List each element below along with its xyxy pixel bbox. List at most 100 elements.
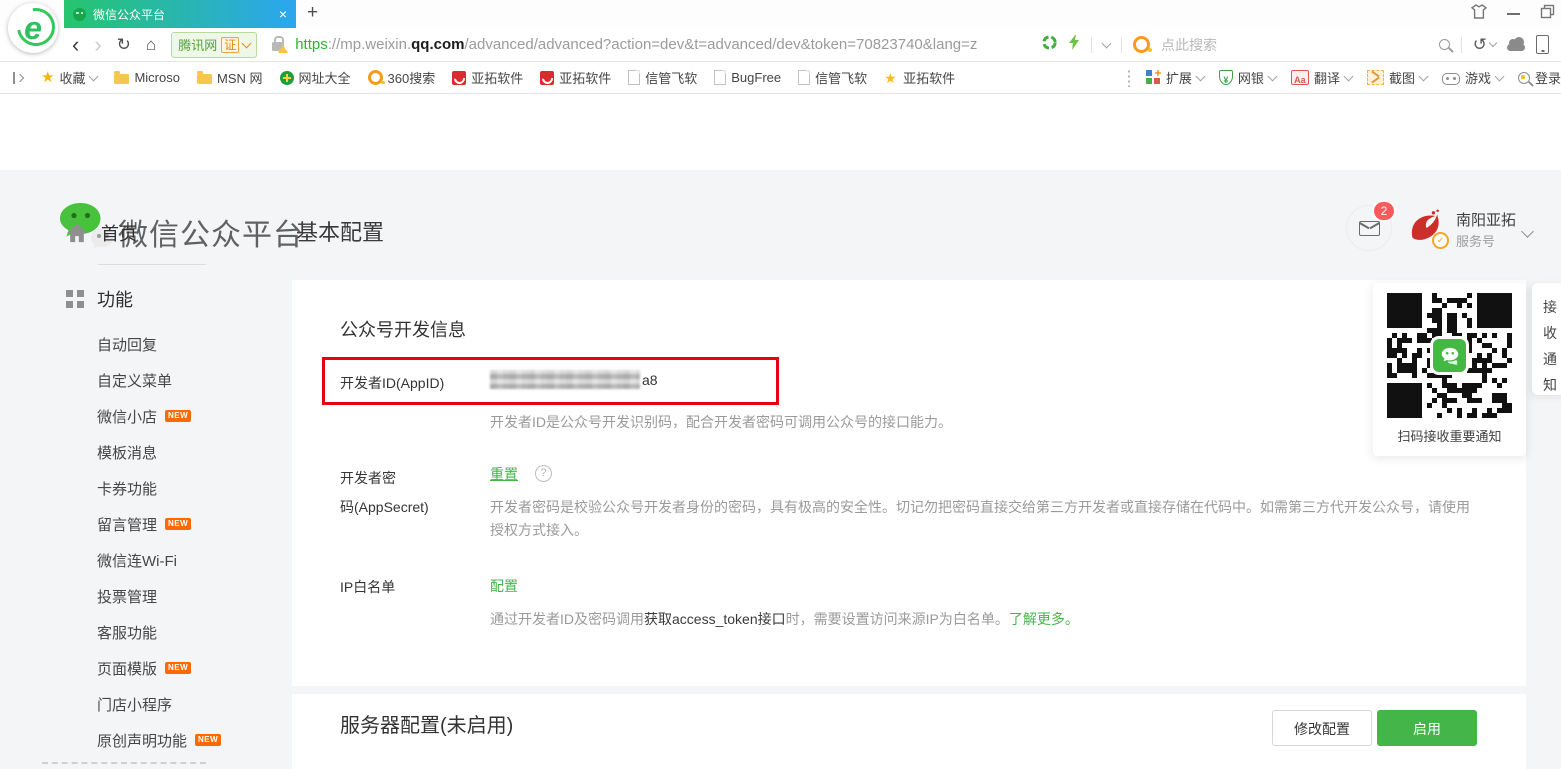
- help-icon[interactable]: ?: [535, 465, 552, 482]
- toolbar-tool[interactable]: 网银: [1219, 68, 1276, 87]
- browser-logo[interactable]: e: [8, 3, 58, 53]
- chevron-down-icon: [1419, 71, 1429, 81]
- bookmark-item[interactable]: 信管飞软: [798, 68, 867, 87]
- forward-button[interactable]: ›: [94, 34, 101, 56]
- new-badge: NEW: [195, 734, 221, 746]
- enable-button[interactable]: 启用: [1377, 710, 1477, 746]
- notify-side-tab[interactable]: 接收通知: [1532, 283, 1561, 395]
- bookmark-icon: [114, 74, 129, 84]
- configure-link[interactable]: 配置: [490, 576, 518, 596]
- tool-icon: [1518, 72, 1530, 84]
- sidebar-item-label: 自动回复: [97, 334, 157, 355]
- search-magnifier-icon[interactable]: [1439, 39, 1450, 50]
- bookmark-icon: [628, 70, 640, 85]
- restore-button[interactable]: [1540, 4, 1555, 24]
- account-dropdown-icon[interactable]: [1521, 225, 1534, 238]
- bookmark-label: 信管飞软: [815, 68, 867, 87]
- mobile-button[interactable]: [1536, 35, 1549, 54]
- sidebar-item-label: 原创声明功能: [97, 730, 187, 751]
- bookmark-label: 亚拓软件: [903, 68, 955, 87]
- refresh-button[interactable]: ↻: [117, 35, 131, 55]
- sidebar-item[interactable]: 自定义菜单: [97, 362, 287, 398]
- sidebar-item[interactable]: 原创声明功能 NEW: [97, 722, 287, 758]
- bookmark-item[interactable]: 信管飞软: [628, 68, 697, 87]
- bookmark-item[interactable]: Microso: [114, 70, 180, 85]
- screen: e 微信公众平台 × + ‹ › ↻ ⌂ 腾讯网 证 https://mp.we: [0, 0, 1561, 769]
- ssl-lock-icon: [272, 42, 284, 51]
- url-text[interactable]: https://mp.weixin.qq.com/advanced/advanc…: [295, 36, 977, 53]
- sidebar-item[interactable]: 模板消息: [97, 434, 287, 470]
- appsecret-label: 开发者密 码(AppSecret): [340, 464, 429, 522]
- sidebar-item[interactable]: 留言管理 NEW: [97, 506, 287, 542]
- site-verify-badge[interactable]: 腾讯网 证: [171, 32, 257, 58]
- sidebar-item[interactable]: 投票管理: [97, 578, 287, 614]
- dev-info-section-title: 公众号开发信息: [340, 316, 466, 342]
- toolbar-tool[interactable]: 翻译: [1291, 68, 1352, 87]
- tab-title: 微信公众平台: [93, 6, 279, 23]
- modify-config-button[interactable]: 修改配置: [1272, 710, 1372, 746]
- favorites-button[interactable]: ★ 收藏: [41, 68, 97, 87]
- bookmark-label: 信管飞软: [645, 68, 697, 87]
- bookmark-item[interactable]: BugFree: [714, 70, 781, 85]
- bookmark-item[interactable]: MSN 网: [197, 68, 263, 87]
- bookmark-label: 网址大全: [299, 68, 351, 87]
- sidebar-item-label: 自定义菜单: [97, 370, 172, 391]
- qr-code: [1387, 293, 1512, 418]
- bookmark-icon: [368, 70, 383, 85]
- sidebar-item-home[interactable]: 首页: [66, 220, 137, 246]
- sidebar-item-label: 微信连Wi-Fi: [97, 550, 177, 571]
- bookmark-icon: [280, 71, 294, 85]
- speed-mode-icon[interactable]: [1068, 34, 1080, 55]
- back-button[interactable]: ‹: [72, 34, 79, 56]
- search-input[interactable]: 点此搜索: [1161, 35, 1428, 55]
- bookmarks-expander-icon[interactable]: [12, 72, 24, 84]
- bookmark-item[interactable]: 网址大全: [280, 68, 351, 87]
- toolbar-tool[interactable]: 登录: [1518, 68, 1561, 87]
- cloud-sync-button[interactable]: [1507, 44, 1525, 51]
- highlight-box: [322, 357, 779, 405]
- learn-more-link[interactable]: 了解更多。: [1009, 611, 1079, 627]
- ip-desc: 通过开发者ID及密码调用获取access_token接口时，需要设置访问来源IP…: [490, 608, 1079, 631]
- bookmark-list: Microso MSN 网 网址大全 360搜索: [114, 68, 955, 87]
- qr-panel: 扫码接收重要通知: [1373, 283, 1526, 456]
- bookmark-item[interactable]: 亚拓软件: [452, 68, 523, 87]
- compat-mode-icon[interactable]: [1042, 35, 1057, 55]
- site-badge-label: 腾讯网: [178, 35, 217, 54]
- new-badge: NEW: [165, 518, 191, 530]
- browser-tab[interactable]: 微信公众平台 ×: [64, 0, 296, 28]
- cert-badge: 证: [221, 37, 239, 53]
- new-tab-button[interactable]: +: [307, 2, 318, 24]
- url-dropdown-icon[interactable]: [1102, 38, 1112, 48]
- theme-skin-button[interactable]: [1471, 4, 1487, 24]
- minimize-button[interactable]: [1507, 13, 1520, 15]
- tab-close-icon[interactable]: ×: [279, 7, 287, 21]
- qr-caption: 扫码接收重要通知: [1373, 426, 1526, 445]
- sidebar-item[interactable]: 微信连Wi-Fi: [97, 542, 287, 578]
- access-token-link[interactable]: 获取access_token接口: [644, 611, 786, 627]
- reset-link[interactable]: 重置: [490, 464, 518, 484]
- sidebar-item[interactable]: 卡券功能: [97, 470, 287, 506]
- bookmark-item[interactable]: 360搜索: [368, 68, 436, 87]
- sidebar-item[interactable]: 微信小店 NEW: [97, 398, 287, 434]
- tool-label: 扩展: [1166, 68, 1192, 87]
- sidebar-item[interactable]: 页面模版 NEW: [97, 650, 287, 686]
- home-button[interactable]: ⌂: [146, 35, 156, 55]
- sidebar-item[interactable]: 自动回复: [97, 326, 287, 362]
- tool-icon: [1367, 70, 1384, 85]
- toolbar-tool[interactable]: 截图: [1367, 68, 1427, 87]
- sidebar-item-features[interactable]: 功能: [66, 286, 133, 312]
- toolbar-tool[interactable]: 扩展: [1146, 68, 1204, 87]
- tool-icon: [1291, 70, 1309, 85]
- sidebar-item[interactable]: 客服功能: [97, 614, 287, 650]
- bookmark-item[interactable]: 亚拓软件: [884, 68, 955, 87]
- undo-button[interactable]: ↺: [1473, 36, 1496, 53]
- account-type: 服务号: [1456, 231, 1495, 250]
- sidebar-home-label: 首页: [101, 220, 137, 246]
- bookmark-label: Microso: [134, 70, 180, 85]
- sidebar-item[interactable]: 门店小程序: [97, 686, 287, 722]
- bookmark-item[interactable]: 亚拓软件: [540, 68, 611, 87]
- new-badge: NEW: [165, 662, 191, 674]
- window-controls: [1471, 0, 1555, 28]
- account-name: 南阳亚拓: [1456, 209, 1516, 230]
- toolbar-tool[interactable]: 游戏: [1442, 68, 1503, 87]
